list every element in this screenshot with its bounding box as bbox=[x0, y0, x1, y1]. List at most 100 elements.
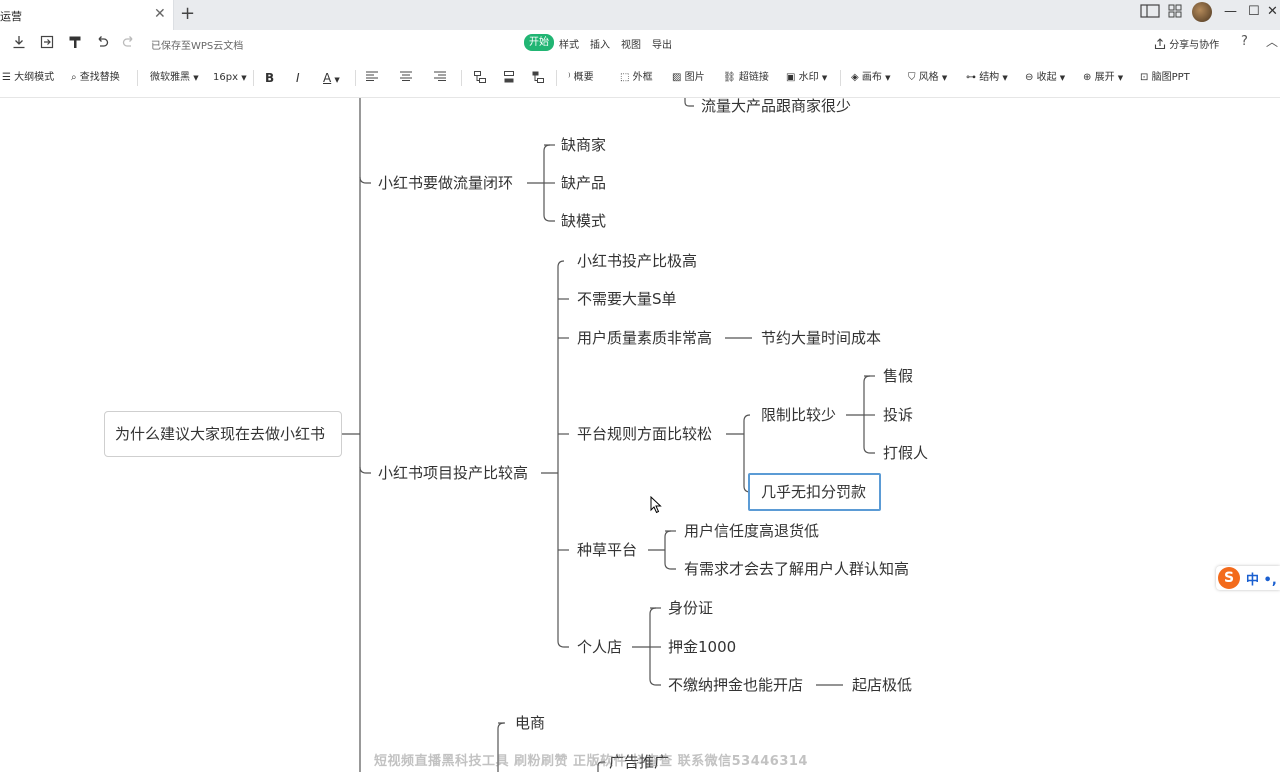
align-right-icon[interactable] bbox=[434, 71, 446, 86]
mindmap-app: 运营 ✕ + — ☐ ✕ 已保存至WPS云文档 开始 样式 插入 视图 导出 分… bbox=[0, 0, 1280, 772]
redo-icon[interactable] bbox=[122, 35, 136, 54]
maximize-icon[interactable]: ☐ bbox=[1248, 4, 1260, 20]
mindmap-ppt-button[interactable]: ⊡ 脑图PPT bbox=[1140, 71, 1190, 85]
summary-label: 概要 bbox=[573, 72, 594, 83]
outline-mode-button[interactable]: ☰ 大纲模式 bbox=[2, 71, 54, 85]
node-limit-child[interactable]: 投诉 bbox=[883, 405, 913, 425]
font-color-button[interactable]: A ▼ bbox=[323, 71, 340, 87]
font-color-glyph: A bbox=[323, 71, 332, 85]
expand-all-label: 展开 bbox=[1094, 72, 1115, 83]
document-tab[interactable]: 运营 ✕ bbox=[0, 0, 174, 30]
user-avatar[interactable] bbox=[1192, 2, 1212, 22]
caret-down-icon: ▼ bbox=[1002, 74, 1008, 82]
outline-icon: ☰ bbox=[2, 72, 11, 83]
loop-connector bbox=[359, 176, 371, 184]
image-button[interactable]: ▨ 图片 bbox=[672, 71, 705, 85]
font-family-value: 微软雅黑 bbox=[150, 72, 190, 83]
node-roi-child[interactable]: 种草平台 bbox=[577, 540, 637, 560]
hyperlink-button[interactable]: ⛓ 超链接 bbox=[723, 71, 769, 85]
node-roi-child[interactable]: 用户质量素质非常高 bbox=[577, 328, 712, 348]
undo-icon[interactable] bbox=[95, 35, 109, 54]
collapse-all-button[interactable]: ⊖ 收起 ▼ bbox=[1025, 71, 1065, 85]
structure-icon: ⊶ bbox=[966, 72, 976, 83]
node-bottom-partial[interactable]: 电商 bbox=[515, 713, 545, 733]
paint-bucket-icon: ◈ bbox=[851, 72, 859, 83]
node-c6-child[interactable]: 押金1000 bbox=[668, 637, 736, 657]
help-icon[interactable]: ? bbox=[1241, 34, 1248, 49]
summary-button[interactable]: ⁾ 概要 bbox=[568, 71, 594, 85]
frame-button[interactable]: ⬚ 外框 bbox=[620, 71, 653, 85]
minimize-icon[interactable]: — bbox=[1224, 4, 1237, 20]
menu-tab-start[interactable]: 开始 bbox=[524, 34, 554, 51]
node-loop[interactable]: 小红书要做流量闭环 bbox=[378, 173, 513, 193]
node-roi[interactable]: 小红书项目投产比较高 bbox=[378, 463, 528, 483]
expand-all-button[interactable]: ⊕ 展开 ▼ bbox=[1083, 71, 1123, 85]
caret-down-icon: ▼ bbox=[941, 74, 948, 82]
node-limit-child[interactable]: 售假 bbox=[883, 366, 913, 386]
node-c6-child[interactable]: 身份证 bbox=[668, 598, 713, 618]
node-c3-child[interactable]: 节约大量时间成本 bbox=[761, 328, 881, 348]
node-c5-child[interactable]: 用户信任度高退货低 bbox=[684, 521, 819, 541]
node-roi-child[interactable]: 小红书投产比极高 bbox=[577, 251, 697, 271]
watermark-button[interactable]: ▣ 水印 ▼ bbox=[786, 71, 827, 85]
new-tab-icon[interactable]: + bbox=[180, 4, 195, 24]
align-center-icon[interactable] bbox=[400, 71, 412, 86]
insert-sibling-node-icon[interactable] bbox=[503, 71, 515, 88]
insert-child-node-icon[interactable] bbox=[474, 71, 486, 88]
collapse-ribbon-icon[interactable]: ︿ bbox=[1266, 33, 1278, 50]
canvas-button[interactable]: ◈ 画布 ▼ bbox=[851, 71, 890, 85]
node-loop-child[interactable]: 缺模式 bbox=[561, 211, 606, 231]
root-node[interactable]: 为什么建议大家现在去做小红书 bbox=[104, 411, 342, 457]
node-loop-child[interactable]: 缺商家 bbox=[561, 135, 606, 155]
menu-tab-export[interactable]: 导出 bbox=[652, 36, 672, 51]
node-loop-child[interactable]: 缺产品 bbox=[561, 173, 606, 193]
italic-button[interactable]: I bbox=[296, 71, 300, 85]
menu-tab-insert[interactable]: 插入 bbox=[590, 36, 610, 51]
node-limit-child[interactable]: 打假人 bbox=[883, 443, 928, 463]
close-window-icon[interactable]: ✕ bbox=[1267, 4, 1278, 20]
font-family-select[interactable]: 微软雅黑 ▼ bbox=[150, 71, 199, 85]
find-replace-button[interactable]: ⌕ 查找替换 bbox=[71, 71, 120, 85]
node-c6-child3-child[interactable]: 起店极低 bbox=[852, 675, 912, 695]
node-selected[interactable]: 几乎无扣分罚款 bbox=[748, 473, 881, 511]
apps-grid-icon[interactable] bbox=[1168, 4, 1182, 23]
download-icon[interactable] bbox=[12, 35, 26, 54]
share-button[interactable]: 分享与协作 bbox=[1154, 36, 1219, 51]
search-icon: ⌕ bbox=[71, 72, 77, 83]
node-c4-limit[interactable]: 限制比较少 bbox=[761, 405, 836, 425]
layout-toggle-icon[interactable] bbox=[1140, 4, 1160, 23]
insert-parent-node-icon[interactable] bbox=[532, 71, 544, 88]
ime-toolbar[interactable]: S 中 •, bbox=[1216, 566, 1280, 590]
structure-button[interactable]: ⊶ 结构 ▼ bbox=[966, 71, 1008, 85]
caret-down-icon: ▼ bbox=[1059, 74, 1066, 82]
align-left-icon[interactable] bbox=[366, 71, 378, 86]
bold-button[interactable]: B bbox=[265, 71, 274, 85]
tab-close-icon[interactable]: ✕ bbox=[154, 6, 166, 22]
node-roi-child[interactable]: 个人店 bbox=[577, 637, 622, 657]
toolbar-divider bbox=[461, 70, 462, 86]
toolbar-divider bbox=[556, 70, 557, 86]
ime-mode: 中 •, bbox=[1246, 573, 1277, 588]
mindmap-ppt-label: 脑图PPT bbox=[1151, 72, 1190, 83]
link-icon: ⛓ bbox=[723, 72, 736, 83]
node-c5-child[interactable]: 有需求才会去了解用户人群认知高 bbox=[684, 559, 909, 579]
export-file-icon[interactable] bbox=[40, 35, 54, 54]
share-label: 分享与协作 bbox=[1169, 40, 1220, 51]
menu-tab-view[interactable]: 视图 bbox=[621, 36, 641, 51]
sogou-logo-icon: S bbox=[1218, 567, 1240, 589]
node-roi-child[interactable]: 不需要大量S单 bbox=[577, 289, 677, 309]
style-button[interactable]: ⛉ 风格 ▼ bbox=[908, 71, 947, 85]
format-painter-icon[interactable] bbox=[68, 35, 82, 54]
mindmap-canvas[interactable]: 流量大产品跟商家很少 为什么建议大家现在去做小红书 小红书要做流量闭环 缺商家 … bbox=[0, 98, 1280, 772]
caret-down-icon: ▼ bbox=[885, 74, 891, 82]
caret-down-icon: ▼ bbox=[821, 74, 828, 82]
hyperlink-label: 超链接 bbox=[738, 72, 769, 83]
node-top-partial[interactable]: 流量大产品跟商家很少 bbox=[701, 98, 851, 116]
node-c6-child[interactable]: 不缴纳押金也能开店 bbox=[668, 675, 803, 695]
video-watermark: 短视频直播黑科技工具 刷粉刷赞 正版软件 抖查查 联系微信53446314 bbox=[374, 754, 808, 769]
style-label: 风格 bbox=[918, 72, 939, 83]
node-roi-child[interactable]: 平台规则方面比较松 bbox=[577, 424, 712, 444]
plus-circle-icon: ⊕ bbox=[1083, 72, 1092, 83]
menu-tab-style[interactable]: 样式 bbox=[559, 36, 579, 51]
font-size-select[interactable]: 16px ▼ bbox=[213, 71, 247, 85]
